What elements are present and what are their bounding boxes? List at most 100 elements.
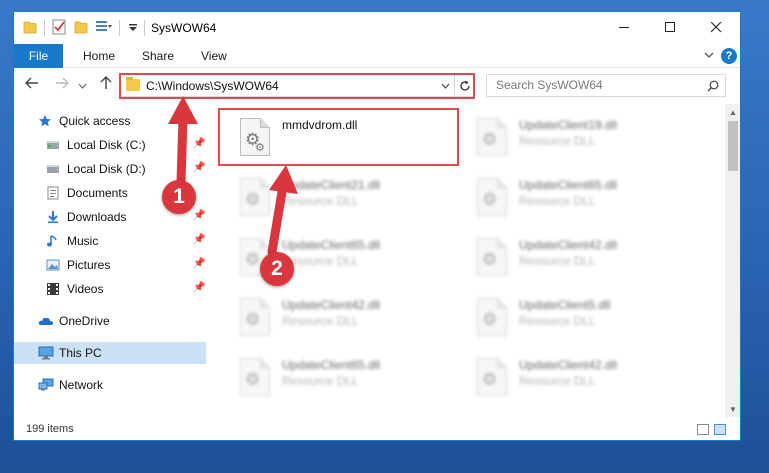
file-name: UpdateClient42.dll	[519, 358, 618, 372]
sidebar-item-label: OneDrive	[59, 314, 110, 328]
minimize-button[interactable]	[601, 12, 647, 42]
help-icon[interactable]: ?	[721, 48, 737, 64]
search-icon[interactable]	[707, 80, 719, 92]
close-icon	[710, 21, 721, 32]
videos-icon	[47, 283, 59, 295]
separator	[44, 20, 45, 36]
file-type: Resource DLL	[519, 314, 596, 328]
gear-icon: ⚙	[482, 310, 498, 329]
file-name: UpdateClient42.dll	[519, 238, 618, 252]
expand-ribbon-icon[interactable]	[704, 52, 714, 59]
sidebar-item-label: Documents	[67, 186, 128, 200]
drive-icon	[47, 165, 59, 173]
pin-icon[interactable]: 📌	[193, 234, 205, 245]
sidebar-item-music[interactable]: Music 📌	[14, 230, 206, 252]
file-name: UpdateClient42.dll	[282, 298, 381, 312]
file-name: UpdateClient5.dll	[519, 298, 611, 312]
file-item[interactable]: ⚙ UpdateClient42.dll Resource DLL	[469, 350, 689, 402]
pin-icon[interactable]: 📌	[193, 138, 205, 149]
dll-file-icon: ⚙	[240, 358, 270, 396]
dll-file-icon: ⚙	[477, 118, 507, 156]
sidebar-item-label: Videos	[67, 282, 104, 296]
file-name: UpdateClient21.dll	[282, 178, 381, 192]
scroll-thumb[interactable]	[728, 121, 738, 171]
title-bar: SysWOW64	[14, 12, 740, 44]
status-bar: 199 items	[14, 417, 740, 440]
sidebar-item-onedrive[interactable]: OneDrive	[14, 310, 206, 332]
recent-locations-button[interactable]	[72, 77, 92, 94]
sidebar-item-local-disk-d[interactable]: Local Disk (D:) 📌	[14, 158, 206, 180]
file-type: Resource DLL	[282, 314, 359, 328]
sidebar-item-label: This PC	[59, 346, 102, 360]
download-icon	[48, 211, 58, 223]
scroll-down-button[interactable]: ▼	[725, 401, 740, 417]
gear-icon: ⚙	[245, 310, 261, 329]
sidebar-item-this-pc[interactable]: This PC	[14, 342, 206, 364]
scroll-up-button[interactable]: ▲	[725, 104, 740, 120]
tab-file[interactable]: File	[14, 44, 63, 68]
up-button[interactable]	[96, 76, 116, 94]
file-type: Resource DLL	[519, 134, 596, 148]
back-button[interactable]	[22, 76, 42, 94]
file-item[interactable]: ⚙ UpdateClient19.dll Resource DLL	[469, 110, 689, 162]
file-type: Resource DLL	[282, 194, 359, 208]
step-2-badge: 2	[260, 252, 294, 286]
gear-icon: ⚙	[482, 130, 498, 149]
dll-file-icon: ⚙	[477, 358, 507, 396]
tab-home[interactable]: Home	[83, 49, 115, 63]
file-item[interactable]: ⚙ UpdateClient65.dll Resource DLL	[469, 170, 689, 222]
search-box[interactable]	[486, 74, 726, 97]
file-item[interactable]: ⚙ UpdateClient5.dll Resource DLL	[469, 290, 689, 342]
separator	[144, 20, 145, 36]
gear-icon: ⚙	[482, 250, 498, 269]
sidebar-item-label: Network	[59, 378, 104, 392]
tab-share[interactable]: Share	[142, 49, 174, 63]
properties-icon[interactable]	[52, 19, 67, 35]
star-icon	[39, 115, 51, 127]
address-highlight	[119, 73, 475, 99]
cloud-icon	[38, 317, 53, 325]
customize-icon[interactable]	[95, 19, 113, 35]
file-name: UpdateClient65.dll	[282, 238, 381, 252]
dll-file-icon: ⚙	[240, 178, 270, 216]
sidebar-item-label: Downloads	[67, 210, 127, 224]
file-type: Resource DLL	[519, 194, 596, 208]
dll-file-icon: ⚙	[477, 238, 507, 276]
sidebar-item-pictures[interactable]: Pictures 📌	[14, 254, 206, 276]
details-view-icon[interactable]	[697, 424, 709, 435]
back-arrow-icon	[25, 77, 38, 89]
file-item[interactable]: ⚙ UpdateClient42.dll Resource DLL	[469, 230, 689, 282]
maximize-button[interactable]	[647, 12, 693, 42]
sidebar-item-videos[interactable]: Videos 📌	[14, 278, 206, 300]
quick-access-dropdown-icon[interactable]	[128, 24, 138, 32]
file-name: UpdateClient19.dll	[519, 118, 618, 132]
sidebar-item-network[interactable]: Network	[14, 374, 206, 396]
tiles-view-icon[interactable]	[714, 424, 726, 435]
pin-icon[interactable]: 📌	[193, 162, 205, 173]
sidebar-item-label: Local Disk (D:)	[67, 162, 146, 176]
file-highlight	[218, 108, 459, 166]
tab-view[interactable]: View	[201, 49, 227, 63]
pin-icon[interactable]: 📌	[193, 282, 205, 293]
maximize-icon	[664, 21, 675, 32]
file-type: Resource DLL	[519, 254, 596, 268]
dll-file-icon: ⚙	[240, 298, 270, 336]
file-item[interactable]: ⚙ UpdateClient65.dll Resource DLL	[232, 350, 452, 402]
pin-icon[interactable]: 📌	[193, 210, 205, 221]
sidebar-item-local-disk-c[interactable]: Local Disk (C:) 📌	[14, 134, 206, 156]
up-arrow-icon	[100, 76, 112, 89]
window-title: SysWOW64	[151, 21, 217, 35]
search-input[interactable]	[496, 78, 696, 92]
sidebar-item-quick-access[interactable]: Quick access	[14, 110, 206, 132]
vertical-scrollbar[interactable]: ▲ ▼	[725, 104, 740, 417]
close-button[interactable]	[693, 12, 739, 42]
sidebar-item-label: Music	[67, 234, 99, 248]
new-folder-icon[interactable]	[74, 19, 88, 35]
ribbon-bar: File Home Share View ?	[14, 44, 740, 68]
file-item[interactable]: ⚙ UpdateClient42.dll Resource DLL	[232, 290, 452, 342]
file-type: Resource DLL	[519, 374, 596, 388]
pin-icon[interactable]: 📌	[193, 258, 205, 269]
forward-button[interactable]	[52, 76, 72, 94]
file-item[interactable]: ⚙ UpdateClient21.dll Resource DLL	[232, 170, 452, 222]
music-icon	[47, 235, 57, 247]
